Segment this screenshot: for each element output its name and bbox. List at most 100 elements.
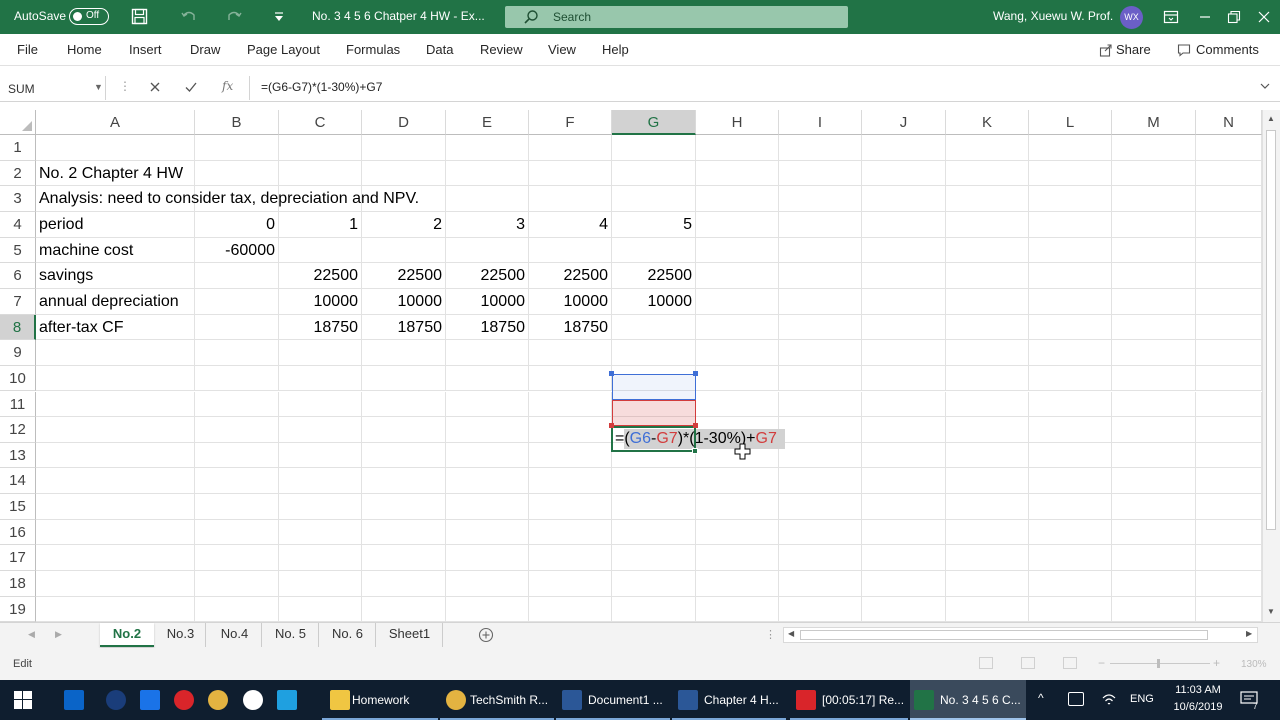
cell-h18[interactable] [696, 571, 779, 597]
cell-f17[interactable] [529, 545, 612, 572]
cell-k12[interactable] [946, 417, 1029, 443]
cell-f5[interactable] [529, 237, 612, 264]
cell-l4[interactable] [1029, 211, 1112, 238]
cell-j16[interactable] [862, 519, 946, 546]
cell-c10[interactable] [279, 365, 362, 392]
cell-n16[interactable] [1196, 519, 1262, 546]
taskbar-item-techsmith[interactable]: TechSmith R... [440, 680, 554, 720]
taskbar-item-recorder[interactable]: [00:05:17] Re... [790, 680, 908, 720]
cell-d19[interactable] [362, 596, 446, 623]
column-header-h[interactable]: H [696, 110, 779, 135]
cell-a4[interactable]: period [36, 211, 195, 238]
cell-a7[interactable]: annual depreciation [36, 288, 195, 315]
cell-i11[interactable] [779, 391, 862, 418]
cell-n15[interactable] [1196, 494, 1262, 520]
cell-b8[interactable] [195, 314, 279, 341]
cell-j3[interactable] [862, 186, 946, 212]
cell-m14[interactable] [1112, 468, 1196, 495]
zoom-in-icon[interactable]: + [1213, 656, 1220, 670]
cell-l13[interactable] [1029, 442, 1112, 469]
cell-e19[interactable] [446, 596, 529, 623]
cell-a1[interactable] [36, 135, 195, 161]
cell-m11[interactable] [1112, 391, 1196, 418]
cell-f8[interactable]: 18750 [529, 314, 612, 341]
hscroll-thumb[interactable] [800, 630, 1208, 640]
cell-k18[interactable] [946, 571, 1029, 597]
cell-g17[interactable] [612, 545, 696, 572]
cell-l18[interactable] [1029, 571, 1112, 597]
cell-m6[interactable] [1112, 263, 1196, 289]
cell-c5[interactable] [279, 237, 362, 264]
cell-e9[interactable] [446, 340, 529, 366]
cell-a13[interactable] [36, 442, 195, 469]
cell-b17[interactable] [195, 545, 279, 572]
redo-icon[interactable] [226, 8, 243, 25]
tab-view[interactable]: View [548, 42, 576, 57]
app-icon[interactable] [277, 690, 297, 710]
cell-m19[interactable] [1112, 596, 1196, 623]
cell-d8[interactable]: 18750 [362, 314, 446, 341]
cell-c2[interactable] [279, 160, 362, 187]
cell-c6[interactable]: 22500 [279, 263, 362, 289]
cell-h19[interactable] [696, 596, 779, 623]
cell-a19[interactable] [36, 596, 195, 623]
cell-k17[interactable] [946, 545, 1029, 572]
cell-f18[interactable] [529, 571, 612, 597]
next-sheet-icon[interactable]: ▶ [55, 629, 62, 640]
cell-d17[interactable] [362, 545, 446, 572]
tab-split-handle-icon[interactable]: ⋮ [765, 628, 776, 641]
expand-formula-bar-icon[interactable] [1259, 80, 1271, 92]
cell-k9[interactable] [946, 340, 1029, 366]
cell-f7[interactable]: 10000 [529, 288, 612, 315]
cell-l2[interactable] [1029, 160, 1112, 187]
cell-a15[interactable] [36, 494, 195, 520]
battery-icon[interactable] [1068, 692, 1084, 706]
cell-k5[interactable] [946, 237, 1029, 264]
row-header-16[interactable]: 16 [0, 519, 36, 546]
cell-l5[interactable] [1029, 237, 1112, 264]
tab-insert[interactable]: Insert [129, 42, 162, 57]
avatar[interactable]: WX [1120, 6, 1143, 29]
ribbon-display-icon[interactable] [1163, 9, 1179, 25]
cell-d4[interactable]: 2 [362, 211, 446, 238]
cell-g18[interactable] [612, 571, 696, 597]
cell-l16[interactable] [1029, 519, 1112, 546]
cell-m15[interactable] [1112, 494, 1196, 520]
cell-f9[interactable] [529, 340, 612, 366]
column-header-n[interactable]: N [1196, 110, 1262, 135]
cell-n18[interactable] [1196, 571, 1262, 597]
cell-i5[interactable] [779, 237, 862, 264]
cell-n7[interactable] [1196, 288, 1262, 315]
cell-c4[interactable]: 1 [279, 211, 362, 238]
cell-j10[interactable] [862, 365, 946, 392]
row-header-13[interactable]: 13 [0, 442, 36, 469]
cell-n13[interactable] [1196, 442, 1262, 469]
cell-j6[interactable] [862, 263, 946, 289]
tab-review[interactable]: Review [480, 42, 523, 57]
cell-e7[interactable]: 10000 [446, 288, 529, 315]
chevron-up-icon[interactable]: ^ [1038, 691, 1044, 705]
cell-k8[interactable] [946, 314, 1029, 341]
horizontal-scrollbar[interactable]: ◀ ▶ [783, 627, 1258, 643]
cell-h9[interactable] [696, 340, 779, 366]
cell-c19[interactable] [279, 596, 362, 623]
cell-a10[interactable] [36, 365, 195, 392]
cancel-icon[interactable] [148, 80, 162, 94]
cell-b18[interactable] [195, 571, 279, 597]
name-box[interactable]: SUM ▼ [3, 76, 106, 100]
cell-e13[interactable] [446, 442, 529, 469]
normal-view-icon[interactable] [979, 657, 993, 669]
cell-m17[interactable] [1112, 545, 1196, 572]
cell-k7[interactable] [946, 288, 1029, 315]
cell-e5[interactable] [446, 237, 529, 264]
cell-i19[interactable] [779, 596, 862, 623]
cell-c8[interactable]: 18750 [279, 314, 362, 341]
cell-d14[interactable] [362, 468, 446, 495]
cell-d1[interactable] [362, 135, 446, 161]
undo-icon[interactable] [180, 8, 197, 25]
column-header-a[interactable]: A [36, 110, 195, 135]
cell-f13[interactable] [529, 442, 612, 469]
cell-i4[interactable] [779, 211, 862, 238]
sheet-tab-no5[interactable]: No. 5 [263, 623, 319, 647]
cell-e3[interactable] [446, 186, 529, 212]
